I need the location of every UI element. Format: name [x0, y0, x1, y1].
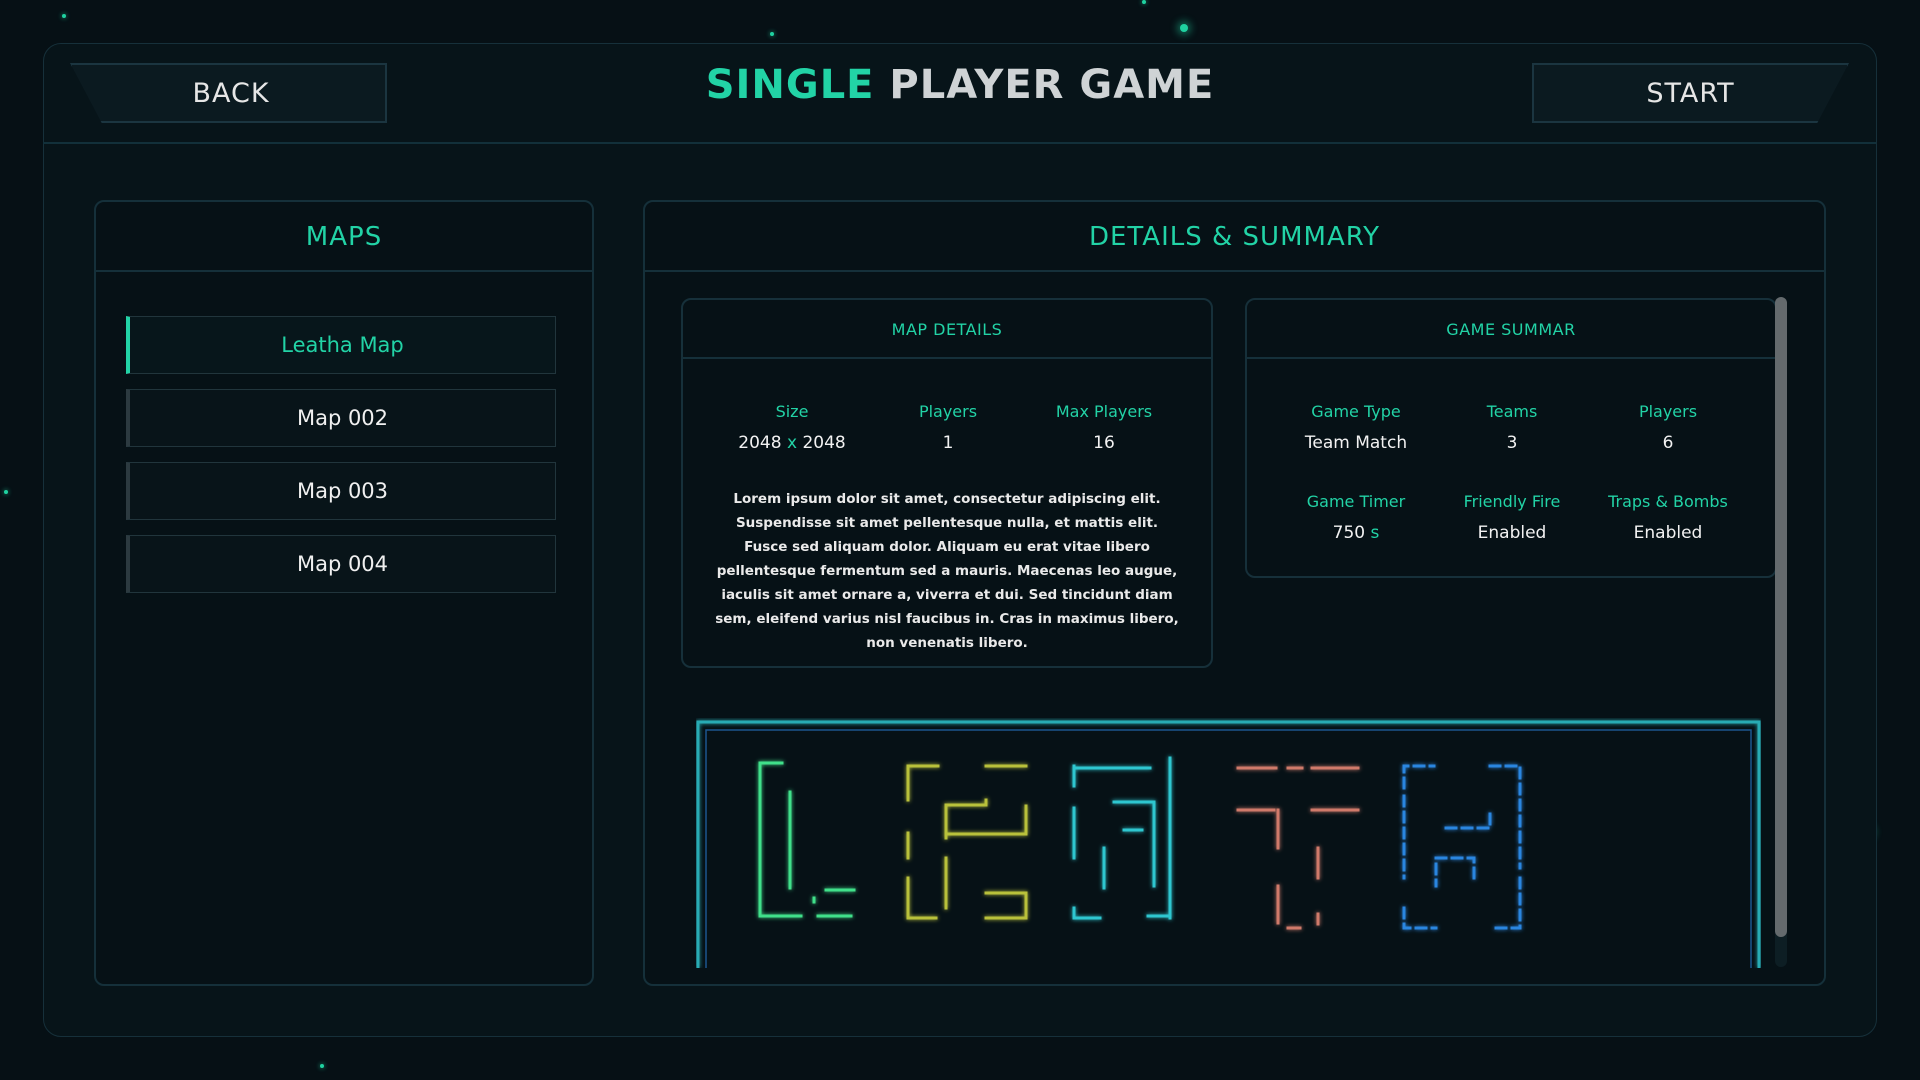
map-list-item-004[interactable]: Map 004 — [126, 535, 556, 593]
stat-teams-value: 3 — [1506, 433, 1518, 453]
game-summary-title: GAME SUMMAR — [1446, 320, 1576, 339]
stat-game-type: Game Type Team Match — [1281, 402, 1431, 453]
game-summary-divider — [1247, 357, 1775, 359]
stat-max-players: Max Players 16 — [1029, 402, 1179, 453]
map-list-item-003[interactable]: Map 003 — [126, 462, 556, 520]
stat-friendly-fire-value: Enabled — [1477, 523, 1547, 543]
maps-panel-divider — [96, 270, 592, 272]
stat-size-label: Size — [775, 402, 809, 421]
stat-max-players-label: Max Players — [1055, 402, 1153, 421]
stat-game-timer-value: 750 s — [1281, 523, 1431, 543]
stat-friendly-fire: Friendly Fire Enabled — [1437, 492, 1587, 543]
map-preview-image — [696, 720, 1761, 968]
stat-teams-label: Teams — [1486, 402, 1538, 421]
stat-summary-players: Players 6 — [1593, 402, 1743, 453]
stat-teams: Teams 3 — [1437, 402, 1587, 453]
map-preview — [696, 718, 1761, 968]
size-separator: x — [786, 433, 798, 453]
stat-game-timer: Game Timer 750 s — [1281, 492, 1431, 543]
timer-unit: s — [1370, 523, 1380, 543]
start-button-label: START — [1646, 77, 1735, 109]
map-list-item-002[interactable]: Map 002 — [126, 389, 556, 447]
details-scrollbar-thumb[interactable] — [1775, 297, 1787, 937]
stat-game-timer-label: Game Timer — [1306, 492, 1406, 511]
stat-players-label: Players — [918, 402, 978, 421]
stat-summary-players-value: 6 — [1662, 433, 1674, 453]
map-details-divider — [683, 357, 1211, 359]
map-details-title: MAP DETAILS — [891, 320, 1003, 339]
map-list-item-label: Map 002 — [296, 406, 389, 430]
header-divider — [43, 142, 1876, 144]
maps-panel: MAPS Leatha Map Map 002 Map 003 Map 004 — [94, 200, 594, 986]
stat-game-type-label: Game Type — [1311, 402, 1401, 421]
map-details-card: MAP DETAILS Size 2048 x 2048 Players 1 M… — [681, 298, 1213, 668]
stat-players: Players 1 — [873, 402, 1023, 453]
page-title-rest: PLAYER GAME — [874, 62, 1215, 108]
map-list-item-leatha[interactable]: Leatha Map — [126, 316, 556, 374]
stat-size: Size 2048 x 2048 — [717, 402, 867, 453]
stat-size-value: 2048 x 2048 — [717, 433, 867, 453]
stat-players-value: 1 — [942, 433, 954, 453]
map-list-item-label: Leatha Map — [281, 333, 404, 357]
game-summary-card: GAME SUMMAR Game Type Team Match Teams 3… — [1245, 298, 1777, 578]
stat-traps-bombs-label: Traps & Bombs — [1608, 492, 1728, 511]
stat-max-players-value: 16 — [1093, 433, 1115, 453]
map-list-item-label: Map 003 — [296, 479, 389, 503]
map-list-item-label: Map 004 — [296, 552, 389, 576]
start-button[interactable]: START — [1532, 63, 1849, 123]
details-panel-title: DETAILS & SUMMARY — [1088, 222, 1381, 252]
size-width: 2048 — [738, 433, 782, 453]
details-panel-divider — [645, 270, 1824, 272]
maps-panel-title: MAPS — [305, 222, 383, 252]
stat-traps-bombs-value: Enabled — [1633, 523, 1703, 543]
page-title-highlight: SINGLE — [705, 62, 875, 108]
timer-number: 750 — [1332, 523, 1366, 543]
stat-summary-players-label: Players — [1638, 402, 1698, 421]
map-description: Lorem ipsum dolor sit amet, consectetur … — [715, 491, 1179, 651]
stat-friendly-fire-label: Friendly Fire — [1463, 492, 1561, 511]
stat-game-type-value: Team Match — [1304, 433, 1408, 453]
details-scrollbar[interactable] — [1775, 297, 1787, 967]
size-height: 2048 — [802, 433, 846, 453]
stat-traps-bombs: Traps & Bombs Enabled — [1593, 492, 1743, 543]
